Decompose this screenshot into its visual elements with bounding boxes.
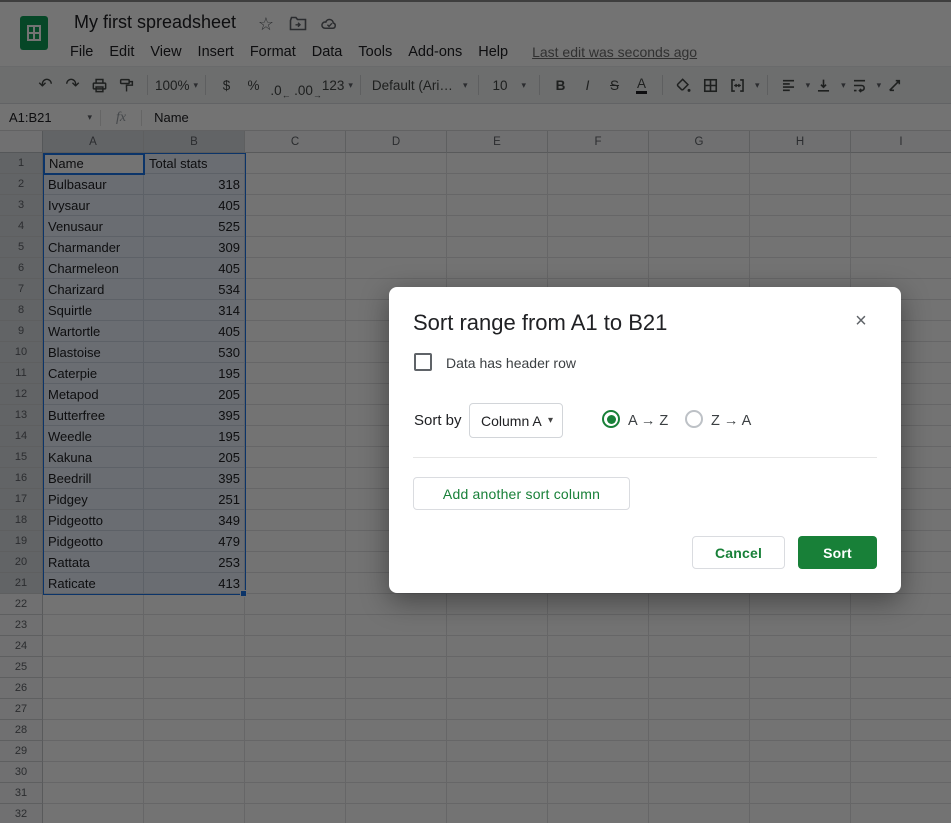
dialog-divider — [413, 457, 877, 458]
chevron-down-icon: ▾ — [547, 415, 553, 426]
radio-selected-dot — [606, 414, 616, 424]
header-row-checkbox-label[interactable]: Data has header row — [446, 355, 576, 371]
dialog-title: Sort range from A1 to B21 — [413, 310, 668, 335]
sort-button[interactable]: Sort — [798, 536, 877, 569]
add-sort-column-button[interactable]: Add another sort column — [413, 477, 630, 510]
radio-a-to-z-label[interactable]: A → Z — [628, 413, 668, 429]
sort-by-label: Sort by — [414, 412, 462, 429]
google-sheets-window: My first spreadsheet ☆ FileEditViewInser… — [0, 0, 951, 823]
radio-z-to-a-label[interactable]: Z → A — [711, 413, 751, 429]
header-row-checkbox[interactable] — [414, 353, 432, 371]
cancel-button[interactable]: Cancel — [692, 536, 785, 569]
sort-column-select[interactable]: Column A ▾ — [469, 403, 563, 438]
close-icon[interactable]: × — [847, 307, 875, 335]
radio-a-to-z[interactable] — [602, 410, 620, 428]
radio-z-to-a[interactable] — [685, 410, 703, 428]
sort-range-dialog: Sort range from A1 to B21 × Data has hea… — [389, 287, 901, 593]
